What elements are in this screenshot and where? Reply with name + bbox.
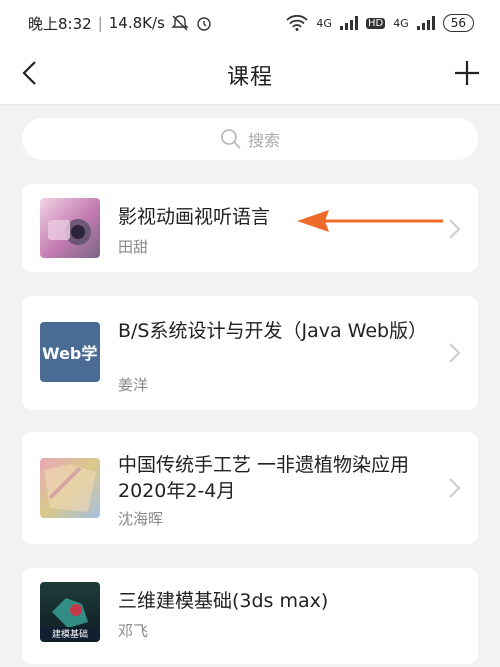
course-teacher: 田甜 (118, 238, 149, 256)
status-bar: 晚上8:32 | 14.8K/s 4G HD 4G 56 (0, 0, 500, 46)
wifi-icon (286, 15, 309, 31)
battery-indicator: 56 (442, 14, 474, 32)
course-title: 三维建模基础(3ds max) (118, 590, 329, 612)
course-teacher: 邓飞 (118, 622, 149, 640)
course-card[interactable]: 建模基础 三维建模基础(3ds max) 邓飞 (22, 568, 478, 664)
course-teacher: 姜洋 (118, 376, 149, 394)
back-icon[interactable] (16, 58, 46, 88)
add-icon[interactable] (452, 58, 482, 88)
course-teacher: 沈海晖 (118, 510, 164, 528)
signal-icon (339, 16, 358, 30)
network-label-1: 4G (316, 16, 332, 30)
thumbnail-label: 建模基础 (40, 627, 100, 640)
fabric-thumbnail (40, 458, 100, 518)
course-card[interactable]: 中国传统手工艺 一非遗植物染应用2020年2-4月 沈海晖 (22, 432, 478, 544)
signal-icon-2 (416, 16, 435, 30)
search-placeholder: 搜索 (247, 131, 280, 150)
annotation-arrow-icon (297, 210, 443, 232)
web-course-thumbnail: Web学 (40, 322, 100, 382)
status-left: 晚上8:32 | 14.8K/s (28, 13, 213, 34)
alarm-icon (197, 17, 211, 31)
status-time: 晚上8:32 (28, 14, 92, 33)
thumbnail-label: Web学 (42, 344, 98, 363)
camera-thumbnail (40, 198, 100, 258)
course-title: B/S系统设计与开发（Java Web版） (118, 320, 428, 342)
status-divider: | (97, 14, 103, 32)
chevron-right-icon (449, 219, 461, 239)
chevron-right-icon (449, 478, 461, 498)
page-title: 课程 (226, 65, 273, 90)
hd-badge: HD (365, 17, 386, 29)
mute-icon (171, 15, 189, 31)
chevron-right-icon (449, 343, 461, 363)
status-right: 4G HD 4G 56 (286, 14, 474, 32)
search-icon (221, 129, 241, 149)
network-label-2: 4G (393, 16, 409, 30)
course-card[interactable]: Web学 B/S系统设计与开发（Java Web版） 姜洋 (22, 296, 478, 410)
search-bar[interactable]: 搜索 (22, 118, 478, 160)
3d-model-thumbnail: 建模基础 (40, 582, 100, 642)
status-speed: 14.8K/s (108, 14, 165, 32)
course-title: 中国传统手工艺 一非遗植物染应用2020年2-4月 (118, 454, 410, 502)
nav-bar: 课程 (0, 46, 500, 105)
